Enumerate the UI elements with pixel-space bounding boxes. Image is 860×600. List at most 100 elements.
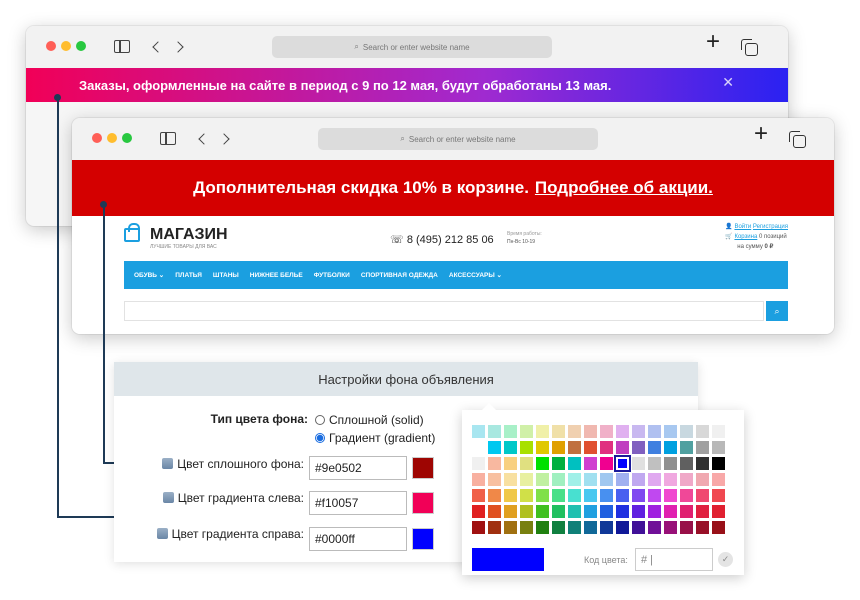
palette-swatch[interactable] [616, 521, 629, 534]
maximize-window-icon[interactable] [122, 133, 132, 143]
palette-swatch[interactable] [648, 441, 661, 454]
palette-swatch[interactable] [664, 521, 677, 534]
palette-swatch[interactable] [600, 473, 613, 486]
palette-swatch[interactable] [584, 489, 597, 502]
promo-link[interactable]: Подробнее об акции. [535, 178, 713, 198]
palette-swatch[interactable] [632, 489, 645, 502]
palette-swatch[interactable] [648, 473, 661, 486]
site-search-input[interactable] [124, 301, 764, 321]
nav-item-shoes[interactable]: ОБУВЬ ⌄ [134, 271, 164, 279]
palette-swatch[interactable] [584, 473, 597, 486]
palette-swatch[interactable] [568, 473, 581, 486]
palette-swatch[interactable] [648, 521, 661, 534]
palette-swatch[interactable] [616, 473, 629, 486]
palette-swatch[interactable] [568, 457, 581, 470]
palette-swatch[interactable] [536, 457, 549, 470]
palette-swatch[interactable] [632, 441, 645, 454]
new-tab-icon[interactable]: + [706, 30, 720, 54]
gradient-left-input[interactable]: #f10057 [309, 491, 407, 515]
radio-gradient[interactable]: Градиент (gradient) [315, 431, 435, 445]
palette-swatch[interactable] [552, 441, 565, 454]
palette-swatch[interactable] [568, 425, 581, 438]
palette-swatch[interactable] [536, 441, 549, 454]
palette-swatch[interactable] [584, 457, 597, 470]
palette-swatch[interactable] [664, 489, 677, 502]
register-link[interactable]: Регистрация [753, 224, 788, 230]
help-icon[interactable] [156, 528, 168, 539]
palette-swatch[interactable] [536, 473, 549, 486]
palette-swatch[interactable] [696, 457, 709, 470]
palette-swatch[interactable] [552, 521, 565, 534]
new-tab-icon[interactable]: + [754, 122, 768, 146]
palette-swatch[interactable] [472, 457, 485, 470]
nav-item-tshirts[interactable]: ФУТБОЛКИ [314, 272, 350, 279]
palette-swatch[interactable] [536, 505, 549, 518]
palette-swatch[interactable] [712, 489, 725, 502]
nav-item-sportswear[interactable]: СПОРТИВНАЯ ОДЕЖДА [361, 272, 438, 279]
palette-swatch[interactable] [696, 425, 709, 438]
palette-swatch[interactable] [536, 489, 549, 502]
palette-swatch[interactable] [696, 441, 709, 454]
palette-swatch[interactable] [614, 455, 631, 472]
palette-swatch[interactable] [632, 521, 645, 534]
palette-swatch[interactable] [680, 505, 693, 518]
nav-item-pants[interactable]: ШТАНЫ [213, 272, 239, 279]
palette-swatch[interactable] [632, 473, 645, 486]
palette-swatch[interactable] [568, 505, 581, 518]
palette-swatch[interactable] [616, 505, 629, 518]
tabs-overview-icon[interactable] [741, 39, 758, 56]
radio-solid[interactable]: Сплошной (solid) [315, 413, 424, 427]
palette-swatch[interactable] [568, 489, 581, 502]
palette-swatch[interactable] [664, 441, 677, 454]
help-icon[interactable] [162, 492, 174, 503]
palette-swatch[interactable] [472, 441, 485, 454]
solid-color-swatch[interactable] [412, 457, 434, 479]
palette-swatch[interactable] [536, 425, 549, 438]
palette-swatch[interactable] [504, 505, 517, 518]
palette-swatch[interactable] [472, 425, 485, 438]
palette-swatch[interactable] [648, 505, 661, 518]
palette-swatch[interactable] [504, 441, 517, 454]
palette-swatch[interactable] [472, 473, 485, 486]
palette-swatch[interactable] [488, 425, 501, 438]
confirm-check-icon[interactable]: ✓ [718, 552, 733, 567]
back-arrow-icon[interactable] [152, 41, 164, 53]
palette-swatch[interactable] [696, 521, 709, 534]
minimize-window-icon[interactable] [61, 41, 71, 51]
minimize-window-icon[interactable] [107, 133, 117, 143]
nav-item-accessories[interactable]: АКСЕССУАРЫ ⌄ [449, 271, 502, 279]
palette-swatch[interactable] [520, 489, 533, 502]
gradient-left-swatch[interactable] [412, 492, 434, 514]
radio-solid-control[interactable] [315, 415, 325, 425]
palette-swatch[interactable] [488, 457, 501, 470]
palette-swatch[interactable] [520, 473, 533, 486]
palette-swatch[interactable] [488, 489, 501, 502]
close-icon[interactable]: ✕ [722, 74, 734, 91]
help-icon[interactable] [162, 458, 174, 469]
palette-swatch[interactable] [536, 521, 549, 534]
nav-item-underwear[interactable]: НИЖНЕЕ БЕЛЬЕ [250, 272, 303, 279]
sidebar-toggle-icon[interactable] [160, 132, 176, 145]
gradient-right-input[interactable]: #0000ff [309, 527, 407, 551]
sidebar-toggle-icon[interactable] [114, 40, 130, 53]
palette-swatch[interactable] [520, 441, 533, 454]
palette-swatch[interactable] [552, 425, 565, 438]
color-code-input[interactable]: # | [635, 548, 713, 571]
palette-swatch[interactable] [696, 473, 709, 486]
close-window-icon[interactable] [92, 133, 102, 143]
forward-arrow-icon[interactable] [172, 41, 184, 53]
palette-swatch[interactable] [488, 473, 501, 486]
palette-swatch[interactable] [680, 441, 693, 454]
palette-swatch[interactable] [632, 425, 645, 438]
palette-swatch[interactable] [488, 521, 501, 534]
palette-swatch[interactable] [584, 425, 597, 438]
forward-arrow-icon[interactable] [218, 133, 230, 145]
palette-swatch[interactable] [664, 473, 677, 486]
palette-swatch[interactable] [696, 505, 709, 518]
address-bar[interactable]: ⌕ Search or enter website name [318, 128, 598, 150]
palette-swatch[interactable] [504, 457, 517, 470]
palette-swatch[interactable] [680, 489, 693, 502]
nav-item-dresses[interactable]: ПЛАТЬЯ [175, 272, 202, 279]
palette-swatch[interactable] [504, 425, 517, 438]
palette-swatch[interactable] [600, 441, 613, 454]
